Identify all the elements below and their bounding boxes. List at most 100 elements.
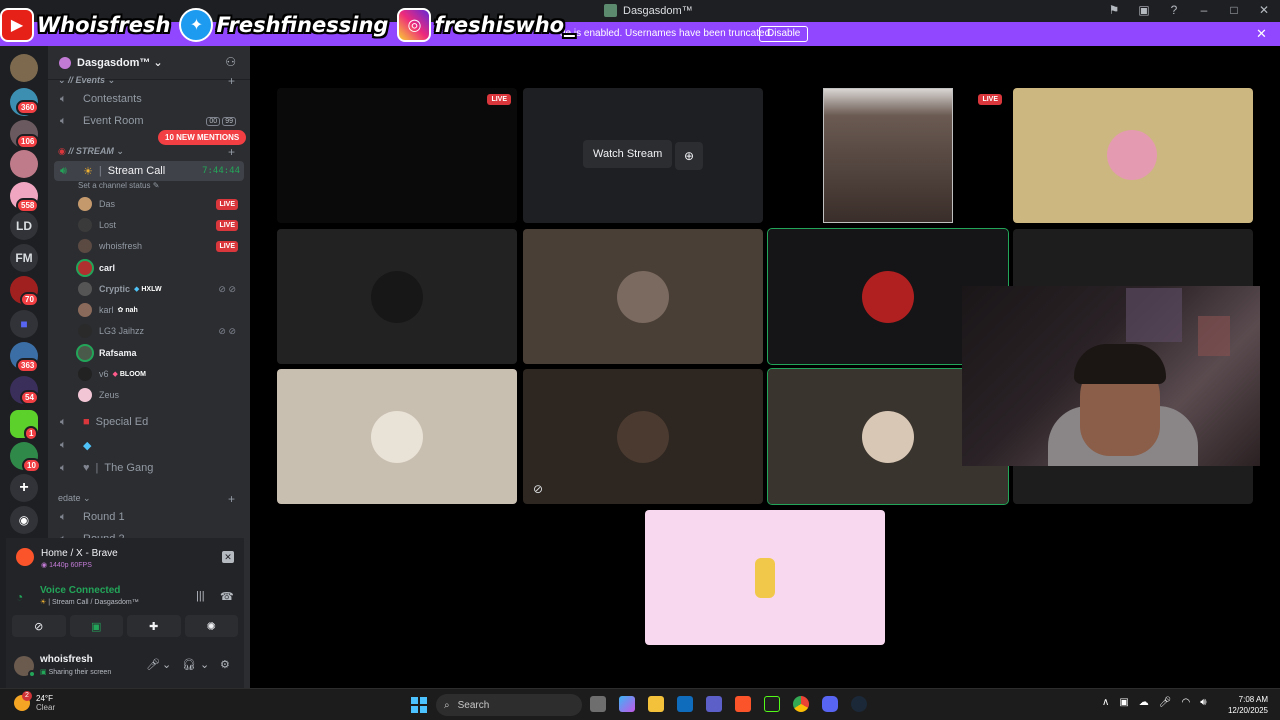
diamond-emoji-icon: ◆ bbox=[83, 439, 92, 452]
brave-icon[interactable] bbox=[735, 696, 751, 712]
taskbar-search[interactable]: ⌕ Search bbox=[436, 694, 582, 716]
add-channel-icon[interactable]: + bbox=[228, 74, 235, 88]
file-explorer-icon[interactable] bbox=[648, 696, 664, 712]
chrome-icon[interactable] bbox=[793, 696, 809, 712]
screen-icon[interactable]: ▣ bbox=[1136, 3, 1152, 17]
wifi-icon[interactable]: ◠ bbox=[1181, 697, 1190, 708]
channel-stream-call[interactable]: 🔊︎ ☀ | Stream Call 7:44:44 bbox=[54, 161, 244, 181]
cloud-icon[interactable]: ☁ bbox=[1139, 697, 1149, 708]
new-mentions-pill[interactable]: 10 NEW MENTIONS bbox=[158, 130, 247, 145]
microphone-icon[interactable]: 🎤︎ bbox=[1159, 697, 1172, 708]
chevron-up-icon[interactable]: ∧ bbox=[1102, 697, 1109, 708]
minimize-button[interactable]: – bbox=[1196, 3, 1212, 17]
folder-icon[interactable]: ■ bbox=[10, 310, 38, 338]
voice-member[interactable]: karl ✿ nah bbox=[78, 300, 240, 320]
banner-close-icon[interactable]: ✕ bbox=[1256, 26, 1267, 42]
member-name: Lost bbox=[99, 220, 117, 230]
noise-suppression-icon[interactable]: ||| bbox=[196, 590, 205, 602]
participant-tile[interactable]: ⊘ bbox=[523, 369, 763, 504]
watch-stream-button[interactable]: Watch Stream bbox=[583, 140, 673, 168]
discover-icon[interactable]: ◉ bbox=[10, 506, 38, 534]
steam-icon[interactable] bbox=[851, 696, 867, 712]
microphone-icon[interactable]: 🎤︎ bbox=[146, 658, 160, 671]
participant-tile[interactable] bbox=[1013, 88, 1253, 223]
voice-member[interactable]: Zeus bbox=[78, 385, 240, 405]
muted-deafened-icons: ⊘ ⊘ bbox=[218, 283, 236, 294]
store-icon[interactable] bbox=[677, 696, 693, 712]
stream-tile[interactable]: LIVE bbox=[768, 88, 1008, 223]
category-edate[interactable]: edate ⌄ + bbox=[58, 492, 235, 506]
screen-share-button[interactable]: ▣ bbox=[69, 615, 123, 637]
participant-tile[interactable] bbox=[645, 510, 885, 645]
server-icon[interactable] bbox=[10, 54, 38, 82]
headphones-icon[interactable]: 🎧︎ bbox=[182, 658, 196, 671]
voice-member[interactable]: Lost LIVE bbox=[78, 215, 240, 235]
stream-tile[interactable]: Watch Stream ⊕ bbox=[523, 88, 763, 223]
channel-special-ed[interactable]: 🔈︎ ■ Special Ed bbox=[54, 412, 244, 432]
stop-stream-icon[interactable]: ✕ bbox=[222, 551, 234, 563]
server-icon[interactable] bbox=[10, 150, 38, 178]
camera-off-button[interactable]: ⊘ bbox=[12, 615, 66, 637]
participant-tile[interactable] bbox=[277, 369, 517, 504]
close-window-button[interactable]: ✕ bbox=[1256, 3, 1272, 17]
discord-icon[interactable] bbox=[822, 696, 838, 712]
channel-round-1[interactable]: 🔈︎ Round 1 bbox=[54, 507, 244, 527]
voice-member[interactable]: v6 ◆ BLOOM bbox=[78, 364, 240, 384]
server-name[interactable]: Dasgasdom™ ⌄ bbox=[77, 56, 163, 69]
voice-member[interactable]: LG3 Jaihzz ⊘ ⊘ bbox=[78, 321, 240, 341]
voice-status[interactable]: Voice Connected bbox=[40, 585, 120, 596]
voice-member[interactable]: carl bbox=[78, 258, 240, 278]
windows-start-icon[interactable] bbox=[411, 697, 427, 713]
help-icon[interactable]: ? bbox=[1166, 3, 1182, 17]
activities-button[interactable]: ✚ bbox=[127, 615, 181, 637]
soundboard-button[interactable]: ✺ bbox=[184, 615, 238, 637]
category-events[interactable]: ⌄ // Events ⌄ + bbox=[58, 74, 235, 88]
participant-tile[interactable] bbox=[523, 229, 763, 364]
voice-channel[interactable]: ☀ | Stream Call / Dasgasdom™ bbox=[40, 598, 139, 606]
volume-icon[interactable]: 🔊︎ bbox=[1200, 697, 1206, 708]
clock-time: 7:08 AM bbox=[1238, 695, 1268, 704]
disable-button[interactable]: Disable bbox=[759, 26, 809, 42]
channel-status[interactable]: Set a channel status ✎ bbox=[78, 181, 159, 190]
add-server-icon[interactable]: + bbox=[10, 474, 38, 502]
task-view-icon[interactable] bbox=[590, 696, 606, 712]
maximize-button[interactable]: □ bbox=[1226, 3, 1242, 17]
channel-contestants[interactable]: 🔈︎ Contestants bbox=[54, 89, 244, 109]
chevron-down-icon[interactable]: ⌄ bbox=[200, 658, 209, 671]
voice-member[interactable]: whoisfresh LIVE bbox=[78, 236, 240, 256]
disconnect-icon[interactable]: ☎ bbox=[220, 590, 234, 603]
server-fm[interactable]: FM bbox=[10, 244, 38, 272]
settings-gear-icon[interactable]: ⚙ bbox=[220, 658, 230, 671]
stream-tile[interactable]: LIVE bbox=[277, 88, 517, 223]
popout-icon[interactable]: ⊕ bbox=[675, 142, 703, 170]
deafened-icon: ⊘ bbox=[533, 482, 544, 496]
kick-icon[interactable] bbox=[764, 696, 780, 712]
add-channel-icon[interactable]: + bbox=[228, 492, 235, 506]
sun-emoji-icon: ☀ bbox=[83, 165, 93, 178]
weather-widget[interactable]: 2 24°F Clear bbox=[14, 691, 55, 712]
category-stream[interactable]: ◉ // STREAM ⌄ + bbox=[58, 145, 235, 159]
chevron-down-icon[interactable]: ⌄ bbox=[162, 658, 171, 671]
speaker-active-icon: 🔊︎ bbox=[60, 164, 67, 177]
channel-the-gang[interactable]: 🔈︎ ♥ | The Gang bbox=[54, 458, 244, 478]
voice-member[interactable]: Das LIVE bbox=[78, 194, 240, 214]
stream-video bbox=[823, 88, 953, 223]
participant-tile[interactable] bbox=[277, 229, 517, 364]
server-ld[interactable]: LD bbox=[10, 212, 38, 240]
channel-label: Contestants bbox=[83, 93, 142, 105]
inbox-icon[interactable]: ⚑ bbox=[1106, 3, 1122, 17]
voice-member[interactable]: Cryptic ◆ HXLW ⊘ ⊘ bbox=[78, 279, 240, 299]
invite-icon[interactable]: ⚇ bbox=[225, 55, 236, 69]
add-channel-icon[interactable]: + bbox=[228, 145, 235, 159]
copilot-icon[interactable] bbox=[619, 696, 635, 712]
username[interactable]: whoisfresh bbox=[40, 654, 93, 665]
channel-diamond[interactable]: 🔈︎ ◆ bbox=[54, 435, 244, 455]
tray-app-icon[interactable]: ▣ bbox=[1119, 697, 1128, 708]
channel-event-room[interactable]: 🔈︎ Event Room 00 99 bbox=[54, 111, 244, 131]
system-clock[interactable]: 7:08 AM 12/20/2025 bbox=[1224, 694, 1268, 716]
member-tag: ◆ BLOOM bbox=[112, 371, 146, 378]
avatar bbox=[78, 367, 92, 381]
teams-icon[interactable] bbox=[706, 696, 722, 712]
voice-member[interactable]: Rafsama bbox=[78, 343, 240, 363]
member-name: whoisfresh bbox=[99, 241, 143, 251]
